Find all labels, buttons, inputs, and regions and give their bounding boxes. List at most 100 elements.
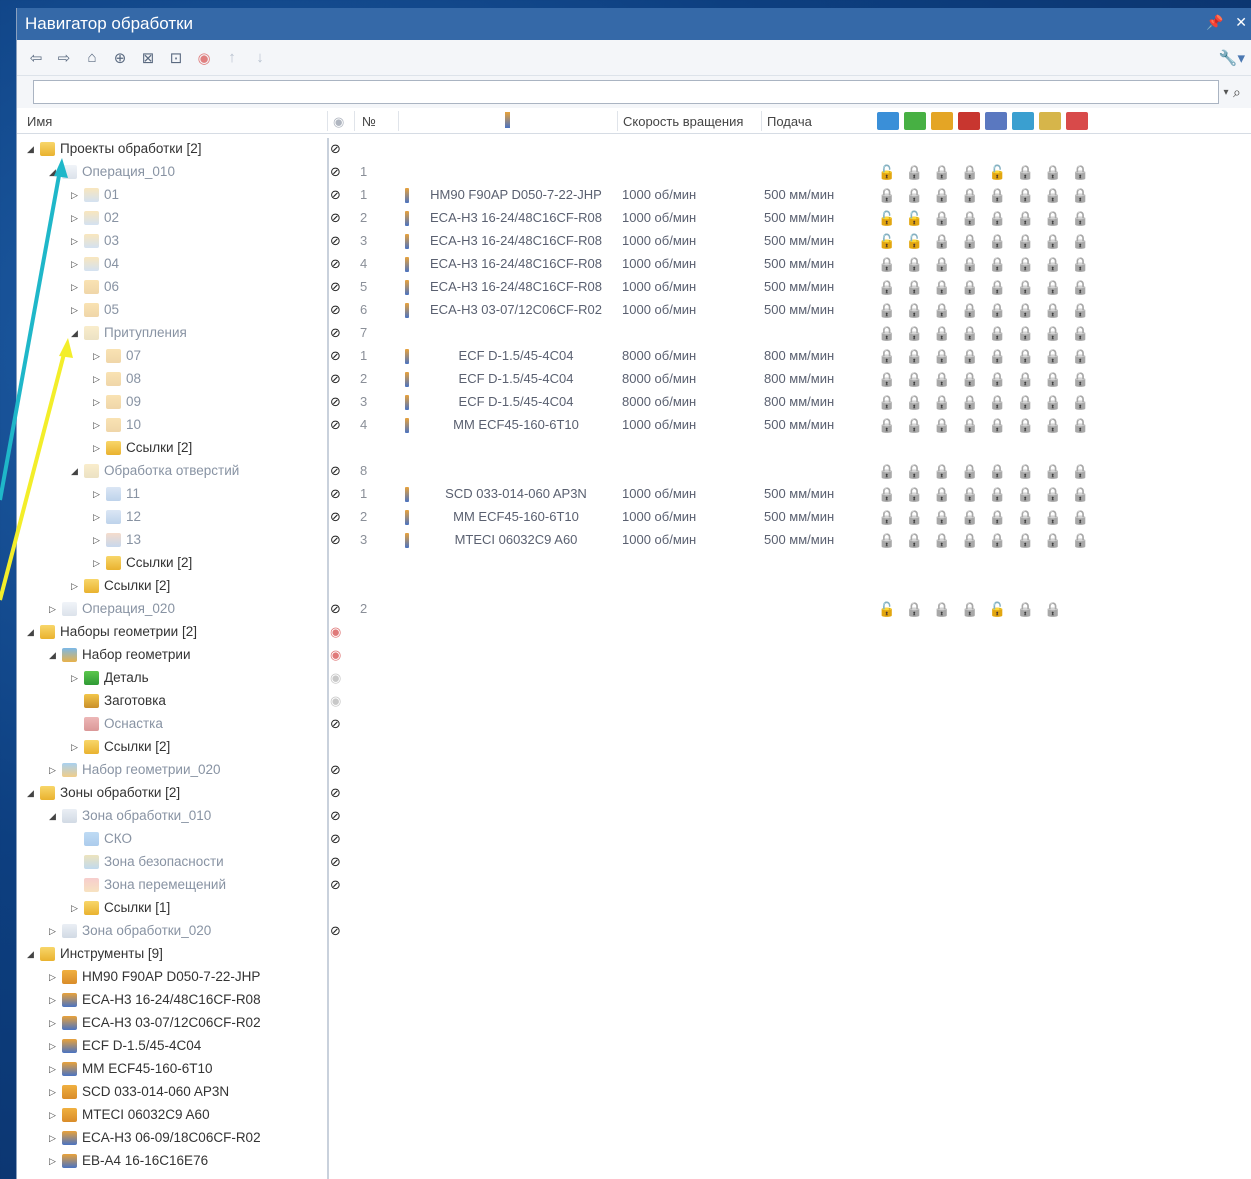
expand-arrow-icon[interactable]: ▷	[49, 604, 56, 615]
expand-arrow-icon[interactable]: ▷	[49, 1064, 56, 1075]
tree-row[interactable]: ▷ Ссылки [2]	[17, 437, 1251, 460]
locked-icon[interactable]: 🔒	[933, 417, 961, 433]
unlocked-icon[interactable]: 🔓	[878, 164, 906, 180]
locked-icon[interactable]: 🔒	[933, 279, 961, 295]
up-arrow-icon[interactable]: ↑	[223, 49, 241, 66]
forward-icon[interactable]: ⇨	[55, 49, 73, 67]
locked-icon[interactable]: 🔒	[1044, 187, 1072, 203]
locked-icon[interactable]: 🔒	[1044, 256, 1072, 272]
visibility-eye-icon[interactable]: ⊘	[330, 785, 341, 801]
locked-icon[interactable]: 🔒	[933, 233, 961, 249]
unlocked-icon[interactable]: 🔓	[878, 601, 906, 617]
visibility-eye-icon[interactable]: ⊘	[330, 233, 341, 249]
locked-icon[interactable]: 🔒	[1044, 601, 1072, 617]
tree-row[interactable]: Зона перемещений ⊘	[17, 874, 1251, 897]
locked-icon[interactable]: 🔒	[989, 325, 1017, 341]
column-header-name[interactable]: Имя	[27, 114, 52, 129]
locked-icon[interactable]: 🔒	[961, 256, 989, 272]
tree-row[interactable]: ▷ Деталь ◉	[17, 667, 1251, 690]
locked-icon[interactable]: 🔒	[1044, 394, 1072, 410]
locked-icon[interactable]: 🔒	[1072, 256, 1100, 272]
locked-icon[interactable]: 🔒	[1072, 394, 1100, 410]
locked-icon[interactable]: 🔒	[961, 394, 989, 410]
visibility-eye-icon[interactable]: ⊘	[330, 417, 341, 433]
visibility-eye-icon[interactable]: ◉	[330, 693, 341, 709]
locked-icon[interactable]: 🔒	[1016, 302, 1044, 318]
tree-row[interactable]: ▷ Ссылки [2]	[17, 736, 1251, 759]
search-icon[interactable]: ⌕	[1233, 84, 1249, 101]
column-header-number[interactable]: №	[362, 114, 376, 129]
expand-arrow-icon[interactable]: ▷	[71, 259, 78, 270]
tree-row[interactable]: Оснастка ⊘	[17, 713, 1251, 736]
expand-arrow-icon[interactable]: ▷	[49, 1110, 56, 1121]
locked-icon[interactable]: 🔒	[989, 348, 1017, 364]
expand-arrow-icon[interactable]: ▷	[49, 926, 56, 937]
locked-icon[interactable]: 🔒	[1016, 279, 1044, 295]
tree-row[interactable]: ▷ 09 ⊘ 3 ECF D-1.5/45-4C04 8000 об/мин 800 мм/…	[17, 391, 1251, 414]
visibility-eye-icon[interactable]: ⊘	[330, 256, 341, 272]
expand-arrow-icon[interactable]: ▷	[49, 765, 56, 776]
tree-row[interactable]: ▷ ECA-H3 16-24/48C16CF-R08	[17, 989, 1251, 1012]
pane-splitter[interactable]	[327, 138, 329, 1179]
tree-row[interactable]: ◢ Зоны обработки [2] ⊘	[17, 782, 1251, 805]
visibility-eye-icon[interactable]: ⊘	[330, 532, 341, 548]
expand-arrow-icon[interactable]: ▷	[71, 236, 78, 247]
locked-icon[interactable]: 🔒	[933, 532, 961, 548]
back-icon[interactable]: ⇦	[27, 49, 45, 67]
visibility-eye-icon[interactable]: ⊘	[330, 325, 341, 341]
collapse-arrow-icon[interactable]: ◢	[49, 811, 56, 822]
tree-row[interactable]: ▷ MM ECF45-160-6T10	[17, 1058, 1251, 1081]
search-input[interactable]	[33, 80, 1219, 104]
locked-icon[interactable]: 🔒	[906, 509, 934, 525]
locked-icon[interactable]: 🔒	[906, 325, 934, 341]
locked-icon[interactable]: 🔒	[933, 601, 961, 617]
expand-arrow-icon[interactable]: ▷	[93, 374, 100, 385]
expand-arrow-icon[interactable]: ▷	[49, 1133, 56, 1144]
locked-icon[interactable]: 🔒	[1072, 187, 1100, 203]
locked-icon[interactable]: 🔒	[1072, 371, 1100, 387]
expand-arrow-icon[interactable]: ▷	[49, 972, 56, 983]
expand-arrow-icon[interactable]: ▷	[71, 213, 78, 224]
locked-icon[interactable]: 🔒	[989, 509, 1017, 525]
locked-icon[interactable]: 🔒	[1044, 210, 1072, 226]
locked-icon[interactable]: 🔒	[961, 210, 989, 226]
expand-arrow-icon[interactable]: ▷	[93, 397, 100, 408]
unlocked-icon[interactable]: 🔓	[906, 210, 934, 226]
tree-row[interactable]: ▷ SCD 033-014-060 AP3N	[17, 1081, 1251, 1104]
visibility-eye-icon[interactable]: ⊘	[330, 394, 341, 410]
locked-icon[interactable]: 🔒	[1016, 394, 1044, 410]
locked-icon[interactable]: 🔒	[1044, 348, 1072, 364]
expand-arrow-icon[interactable]: ▷	[71, 581, 78, 592]
target-icon[interactable]: ⊕	[111, 49, 129, 67]
locked-icon[interactable]: 🔒	[1072, 509, 1100, 525]
column-header-icon-8[interactable]	[1066, 112, 1088, 130]
locked-icon[interactable]: 🔒	[933, 164, 961, 180]
locked-icon[interactable]: 🔒	[961, 463, 989, 479]
locked-icon[interactable]: 🔒	[961, 187, 989, 203]
locked-icon[interactable]: 🔒	[961, 371, 989, 387]
expand-arrow-icon[interactable]: ▷	[49, 995, 56, 1006]
expand-arrow-icon[interactable]: ▷	[93, 443, 100, 454]
locked-icon[interactable]: 🔒	[989, 210, 1017, 226]
visibility-eye-icon[interactable]: ⊘	[330, 854, 341, 870]
visibility-eye-icon[interactable]: ◉	[330, 624, 341, 640]
visibility-eye-icon[interactable]: ⊘	[330, 463, 341, 479]
locked-icon[interactable]: 🔒	[878, 463, 906, 479]
visibility-eye-icon[interactable]: ⊘	[330, 923, 341, 939]
locked-icon[interactable]: 🔒	[961, 601, 989, 617]
locked-icon[interactable]: 🔒	[1016, 256, 1044, 272]
collapse-arrow-icon[interactable]: ◢	[27, 788, 34, 799]
locked-icon[interactable]: 🔒	[961, 509, 989, 525]
tree-row[interactable]: ◢ Набор геометрии ◉	[17, 644, 1251, 667]
locked-icon[interactable]: 🔒	[1072, 463, 1100, 479]
visibility-eye-icon[interactable]: ◉	[330, 647, 341, 663]
expand-arrow-icon[interactable]: ▷	[71, 742, 78, 753]
close-icon[interactable]: ✕	[1235, 14, 1247, 30]
pin-icon[interactable]: 📌	[1206, 14, 1223, 30]
locked-icon[interactable]: 🔒	[989, 417, 1017, 433]
locked-icon[interactable]: 🔒	[878, 187, 906, 203]
locked-icon[interactable]: 🔒	[1072, 233, 1100, 249]
locked-icon[interactable]: 🔒	[961, 279, 989, 295]
column-header-feed[interactable]: Подача	[767, 114, 812, 129]
expand-arrow-icon[interactable]: ▷	[93, 489, 100, 500]
